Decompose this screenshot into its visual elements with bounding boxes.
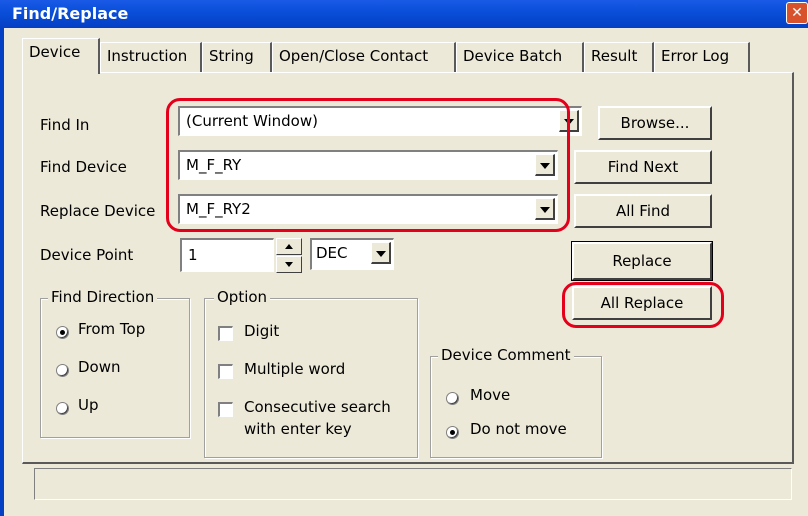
chevron-down-icon[interactable] <box>535 198 555 220</box>
window-frame-left <box>0 28 4 516</box>
tab-device-batch[interactable]: Device Batch <box>456 42 584 72</box>
consecutive-search-checkbox[interactable] <box>218 402 233 417</box>
digit-checkbox[interactable] <box>218 326 233 341</box>
replace-device-label: Replace Device <box>40 202 156 220</box>
close-button[interactable]: ✕ <box>786 2 808 24</box>
up-label: Up <box>78 396 99 414</box>
find-next-button[interactable]: Find Next <box>574 150 712 184</box>
find-in-combo[interactable]: (Current Window) <box>178 106 582 136</box>
chevron-down-icon[interactable] <box>535 154 555 176</box>
find-device-value: M_F_RY <box>186 156 242 174</box>
spin-up-icon[interactable] <box>276 238 302 255</box>
down-label: Down <box>78 358 121 376</box>
device-point-input[interactable]: 1 <box>180 238 274 272</box>
radio-up[interactable] <box>56 402 69 415</box>
multiple-word-label: Multiple word <box>244 360 346 378</box>
tab-label: Device <box>29 43 81 61</box>
all-find-button[interactable]: All Find <box>574 194 712 228</box>
tab-error-log[interactable]: Error Log <box>654 42 750 72</box>
tab-label: String <box>209 47 254 65</box>
close-icon: ✕ <box>791 5 803 21</box>
device-comment-group <box>430 356 602 458</box>
find-replace-dialog: Find/Replace ✕ Device Instruction String… <box>0 0 808 516</box>
all-find-label: All Find <box>615 202 671 220</box>
all-replace-label: All Replace <box>600 294 684 312</box>
find-device-label: Find Device <box>40 158 127 176</box>
chevron-down-icon[interactable] <box>559 110 579 132</box>
do-not-move-label: Do not move <box>470 420 567 438</box>
move-label: Move <box>470 386 511 404</box>
find-next-label: Find Next <box>607 158 679 176</box>
replace-button[interactable]: Replace <box>571 241 713 281</box>
device-point-label: Device Point <box>40 246 134 264</box>
tab-label: Device Batch <box>463 47 563 65</box>
option-title: Option <box>214 288 271 306</box>
from-top-label: From Top <box>78 320 146 338</box>
tab-label: Instruction <box>107 47 188 65</box>
radio-do-not-move[interactable] <box>446 426 459 439</box>
radio-move[interactable] <box>446 392 459 405</box>
radio-down[interactable] <box>56 364 69 377</box>
replace-device-value: M_F_RY2 <box>186 200 251 218</box>
tab-string[interactable]: String <box>202 42 272 72</box>
window-title: Find/Replace <box>12 4 129 23</box>
tab-label: Open/Close Contact <box>279 47 429 65</box>
radix-select[interactable]: DEC <box>310 238 394 270</box>
browse-button[interactable]: Browse... <box>598 106 712 140</box>
find-device-combo[interactable]: M_F_RY <box>178 150 558 180</box>
tab-label: Result <box>591 47 638 65</box>
consecutive-search-label: Consecutive search <box>244 398 391 416</box>
digit-label: Digit <box>244 322 280 340</box>
chevron-down-icon[interactable] <box>371 242 391 264</box>
tab-result[interactable]: Result <box>584 42 654 72</box>
tab-device[interactable]: Device <box>22 38 100 74</box>
multiple-word-checkbox[interactable] <box>218 364 233 379</box>
radix-value: DEC <box>316 244 348 262</box>
device-comment-title: Device Comment <box>438 346 574 364</box>
find-in-value: (Current Window) <box>186 112 318 130</box>
tab-label: Error Log <box>661 47 730 65</box>
replace-label: Replace <box>612 252 672 270</box>
browse-button-label: Browse... <box>620 114 690 132</box>
all-replace-button[interactable]: All Replace <box>572 286 712 320</box>
tab-open-close-contact[interactable]: Open/Close Contact <box>272 42 456 72</box>
radio-from-top[interactable] <box>56 326 69 339</box>
find-in-label: Find In <box>40 116 90 134</box>
spin-down-icon[interactable] <box>276 256 302 273</box>
tab-instruction[interactable]: Instruction <box>100 42 202 72</box>
device-point-value: 1 <box>188 246 198 264</box>
find-direction-title: Find Direction <box>48 288 158 306</box>
consecutive-search-label-2: with enter key <box>244 420 352 438</box>
status-bar <box>34 468 792 500</box>
title-bar[interactable]: Find/Replace ✕ <box>0 0 808 28</box>
replace-device-combo[interactable]: M_F_RY2 <box>178 194 558 224</box>
